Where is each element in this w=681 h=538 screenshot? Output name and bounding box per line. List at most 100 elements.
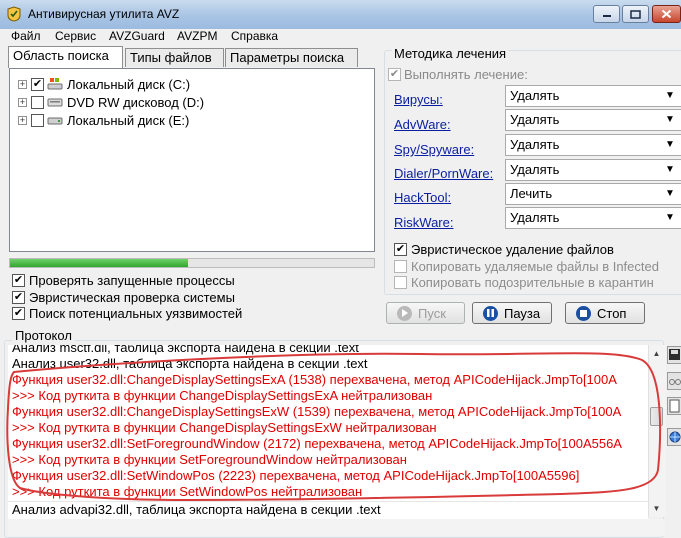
minimize-button[interactable]	[593, 5, 620, 23]
menu-avzpm[interactable]: AVZPM	[177, 29, 217, 45]
copy-quarantine-checkbox[interactable]	[394, 275, 407, 289]
tree-item-drive-c[interactable]: + ✔ Локальный диск (C:)	[10, 75, 190, 93]
tree-item-drive-d[interactable]: + DVD RW дисковод (D:)	[10, 93, 204, 111]
riskware-action-value: Удалять	[510, 210, 560, 225]
tab-search-area[interactable]: Область поиска	[8, 46, 123, 68]
option-heuristic-delete[interactable]: ✔ Эвристическое удаление файлов	[394, 241, 614, 257]
document-icon	[669, 399, 680, 413]
spyware-action-select[interactable]: Удалять ▼	[505, 134, 681, 156]
dropdown-arrow-icon[interactable]: ▼	[662, 110, 678, 130]
close-icon	[661, 9, 672, 19]
scroll-thumb[interactable]	[650, 407, 663, 426]
dialer-action-select[interactable]: Удалять ▼	[505, 159, 681, 181]
log-line: >>> Код руткита в функции SetWindowPos н…	[12, 484, 363, 499]
perform-treatment-option[interactable]: ✔ Выполнять лечение:	[388, 66, 528, 82]
clear-log-button[interactable]	[667, 397, 681, 415]
copy-infected-checkbox[interactable]	[394, 259, 407, 273]
heuristic-delete-checkbox[interactable]: ✔	[394, 242, 407, 256]
drive-d-label: DVD RW дисковод (D:)	[67, 94, 205, 110]
dropdown-arrow-icon[interactable]: ▼	[662, 160, 678, 180]
drive-tree: + ✔ Локальный диск (C:) + DVD RW дисково…	[9, 68, 375, 252]
treatment-legend: Методика лечения	[392, 46, 509, 61]
option-check-processes[interactable]: ✔ Проверять запущенные процессы	[12, 272, 235, 288]
threat-link-dialer[interactable]: Dialer/PornWare:	[394, 166, 493, 182]
start-button[interactable]: Пуск	[386, 302, 465, 324]
option-copy-infected[interactable]: Копировать удаляемые файлы в Infected	[394, 258, 659, 274]
maximize-button[interactable]	[622, 5, 649, 23]
dropdown-arrow-icon[interactable]: ▼	[662, 135, 678, 155]
tab-search-params[interactable]: Параметры поиска	[225, 48, 358, 67]
tab-file-types[interactable]: Типы файлов	[125, 48, 224, 67]
log-vertical-scrollbar[interactable]	[648, 345, 666, 517]
pause-icon	[483, 305, 498, 321]
menu-avzguard[interactable]: AVZGuard	[109, 29, 165, 45]
system-drive-icon	[47, 78, 63, 90]
drive-c-checkbox[interactable]: ✔	[31, 77, 44, 91]
check-processes-checkbox[interactable]: ✔	[12, 273, 25, 287]
threat-link-spyware[interactable]: Spy/Spyware:	[394, 142, 474, 158]
viruses-action-select[interactable]: Удалять ▼	[505, 85, 681, 107]
close-button[interactable]	[652, 5, 681, 23]
stop-button[interactable]: Стоп	[565, 302, 645, 324]
log-current-line-text: Анализ advapi32.dll, таблица экспорта на…	[12, 502, 381, 517]
log-line: Функция user32.dll:SetForegroundWindow (…	[12, 436, 622, 451]
option-heuristic-check[interactable]: ✔ Эвристическая проверка системы	[12, 289, 235, 305]
log-line: >>> Код руткита в функции SetForegroundW…	[12, 452, 407, 467]
drive-e-checkbox[interactable]	[31, 113, 44, 127]
menu-service[interactable]: Сервис	[55, 29, 96, 45]
stop-label: Стоп	[597, 305, 627, 321]
hard-drive-icon	[47, 117, 63, 125]
riskware-action-select[interactable]: Удалять ▼	[505, 207, 681, 229]
log-line: >>> Код руткита в функции ChangeDisplayS…	[12, 420, 437, 435]
start-label: Пуск	[418, 305, 446, 321]
expand-icon[interactable]: +	[18, 79, 27, 89]
spyware-action-value: Удалять	[510, 137, 560, 152]
log-line: Функция user32.dll:ChangeDisplaySettings…	[12, 404, 622, 419]
option-copy-quarantine[interactable]: Копировать подозрительные в карантин	[394, 274, 654, 290]
scroll-up-arrow[interactable]: ▲	[650, 346, 663, 360]
expand-icon[interactable]: +	[18, 115, 27, 125]
drive-e-label: Локальный диск (E:)	[67, 112, 190, 128]
network-button[interactable]	[667, 428, 681, 446]
threat-link-viruses[interactable]: Вирусы:	[394, 92, 443, 108]
protocol-log[interactable]: Анализ msctf.dll, таблица экспорта найде…	[8, 345, 648, 517]
threat-link-hacktool[interactable]: HackTool:	[394, 190, 451, 206]
heuristic-check-checkbox[interactable]: ✔	[12, 290, 25, 304]
drive-d-checkbox[interactable]	[31, 95, 44, 109]
heuristic-delete-label: Эвристическое удаление файлов	[411, 241, 614, 257]
log-horizontal-scrollbar[interactable]	[8, 519, 665, 536]
dropdown-arrow-icon[interactable]: ▼	[662, 208, 678, 228]
stop-icon	[576, 305, 591, 321]
avz-app-icon	[7, 6, 21, 22]
maximize-icon	[630, 9, 641, 19]
hacktool-action-select[interactable]: Лечить ▼	[505, 183, 681, 205]
threat-link-riskware[interactable]: RiskWare:	[394, 215, 453, 231]
network-icon	[669, 431, 681, 443]
adware-action-select[interactable]: Удалять ▼	[505, 109, 681, 131]
log-line: Анализ user32.dll, таблица экспорта найд…	[12, 356, 368, 371]
scroll-down-arrow[interactable]: ▼	[650, 501, 663, 515]
vulnerabilities-label: Поиск потенциальных уязвимостей	[29, 305, 243, 321]
menu-help[interactable]: Справка	[231, 29, 278, 45]
log-line: >>> Код руткита в функции ChangeDisplayS…	[12, 388, 433, 403]
perform-treatment-checkbox[interactable]: ✔	[388, 67, 401, 81]
pause-button[interactable]: Пауза	[472, 302, 552, 324]
pause-label: Пауза	[504, 305, 541, 321]
save-icon	[669, 349, 680, 360]
vulnerabilities-checkbox[interactable]: ✔	[12, 306, 25, 320]
save-log-button[interactable]	[667, 346, 681, 364]
option-vulnerabilities[interactable]: ✔ Поиск потенциальных уязвимостей	[12, 305, 242, 321]
threat-link-adware[interactable]: AdvWare:	[394, 117, 451, 133]
glasses-button[interactable]	[667, 372, 681, 390]
copy-quarantine-label: Копировать подозрительные в карантин	[411, 274, 654, 290]
expand-icon[interactable]: +	[18, 97, 27, 107]
perform-treatment-label: Выполнять лечение:	[404, 66, 528, 82]
dropdown-arrow-icon[interactable]: ▼	[662, 184, 678, 204]
log-line: Анализ msctf.dll, таблица экспорта найде…	[12, 345, 359, 355]
scan-progress-bar	[9, 258, 375, 268]
dropdown-arrow-icon[interactable]: ▼	[662, 86, 678, 106]
menu-file[interactable]: Файл	[11, 29, 41, 45]
tree-item-drive-e[interactable]: + Локальный диск (E:)	[10, 111, 189, 129]
check-processes-label: Проверять запущенные процессы	[29, 272, 235, 288]
dvd-drive-icon	[47, 98, 63, 107]
